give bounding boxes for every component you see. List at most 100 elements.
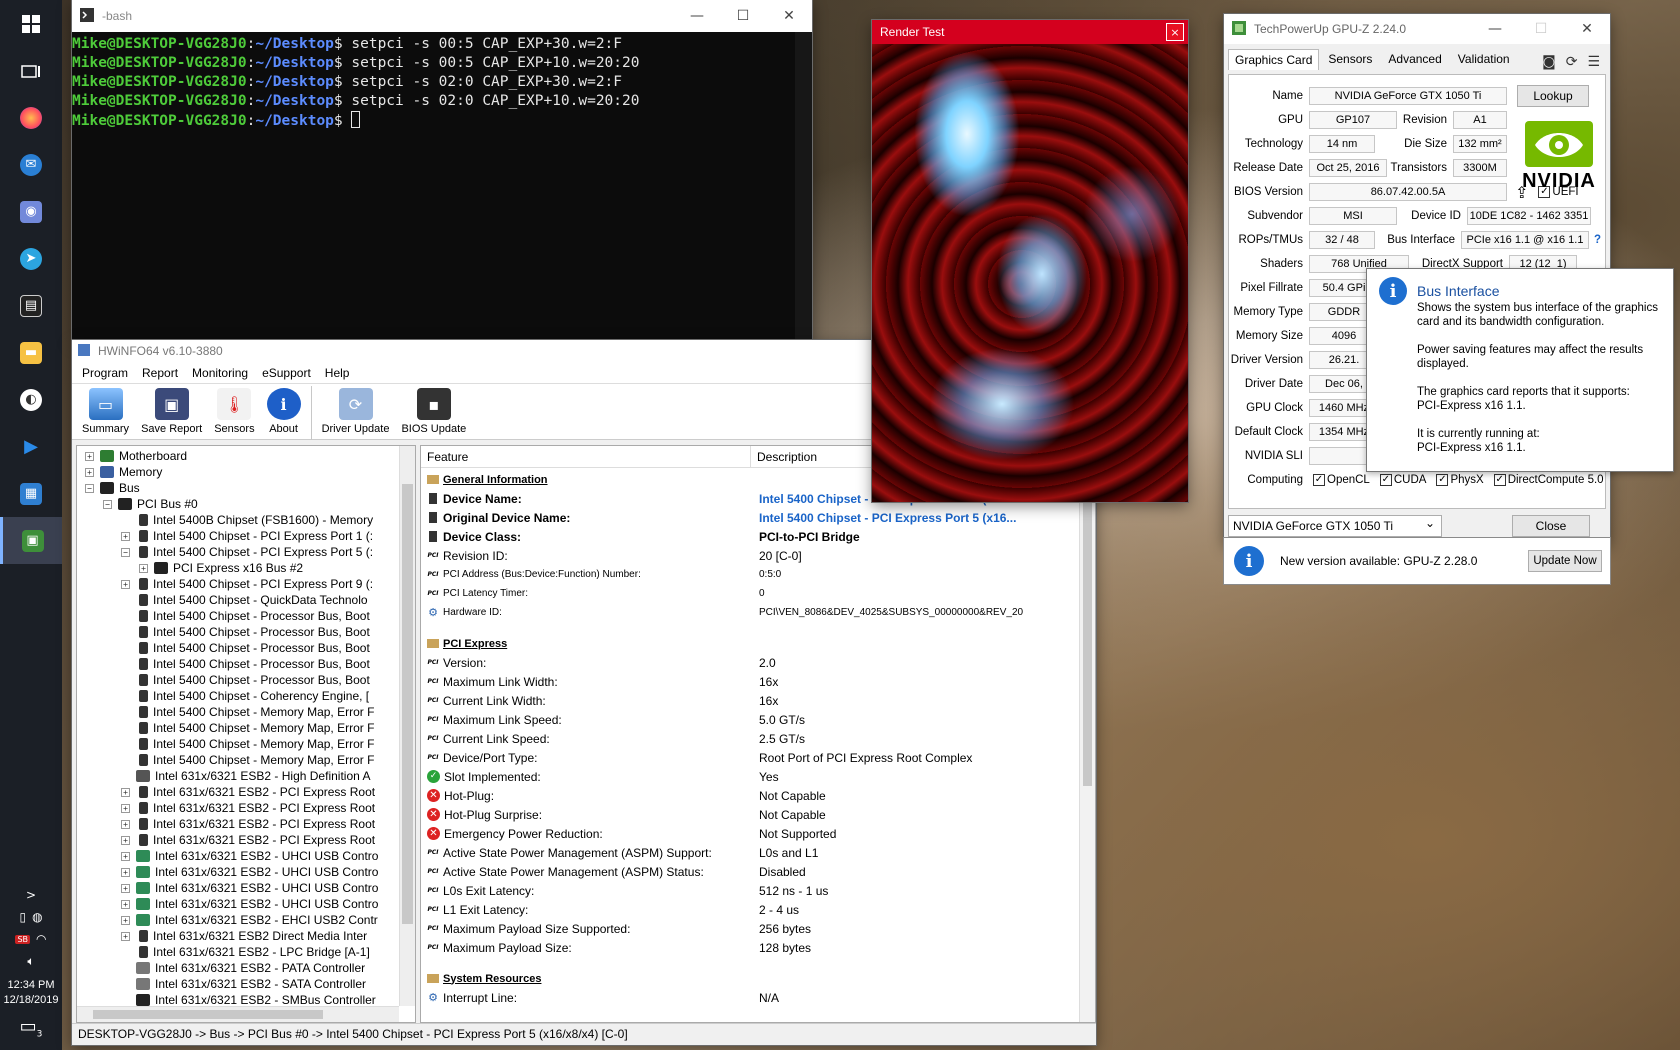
revision-value[interactable]: A1 bbox=[1453, 111, 1507, 129]
detail-row[interactable]: PCI Maximum Link Width: 16x bbox=[421, 672, 1095, 691]
tree-item[interactable]: − Intel 5400 Chipset - PCI Express Port 5… bbox=[77, 544, 415, 560]
media-player-icon[interactable]: ▶ bbox=[0, 423, 62, 470]
expand-toggle-icon[interactable]: + bbox=[121, 819, 130, 829]
terminal-titlebar[interactable]: -bash — ☐ ✕ bbox=[72, 0, 812, 32]
volume-icon[interactable]: 🔈︎ bbox=[27, 954, 34, 969]
cuda-checkbox[interactable]: ✓ CUDA bbox=[1379, 474, 1426, 486]
expand-toggle-icon[interactable]: + bbox=[121, 579, 130, 589]
tree-item[interactable]: + Intel 631x/6321 ESB2 - PCI Express Root bbox=[77, 784, 415, 800]
clock[interactable]: 12:34 PM 12/18/2019 bbox=[0, 978, 62, 1008]
telegram-icon[interactable]: ➤ bbox=[0, 235, 62, 282]
expand-toggle-icon[interactable]: + bbox=[121, 803, 130, 813]
task-view-icon[interactable] bbox=[0, 47, 62, 94]
detail-row[interactable]: ✕ Hot-Plug Surprise: Not Capable bbox=[421, 805, 1095, 824]
file-explorer-icon[interactable]: ▬ bbox=[0, 329, 62, 376]
detail-section-header[interactable]: System Resources bbox=[421, 969, 1095, 988]
tree-item[interactable]: Intel 5400 Chipset - Processor Bus, Boot bbox=[77, 640, 415, 656]
chrome-remote-icon[interactable]: ◐ bbox=[0, 376, 62, 423]
gpu-z-close-button[interactable]: ✕ bbox=[1564, 13, 1610, 45]
tree-item[interactable]: Intel 5400 Chipset - Memory Map, Error F bbox=[77, 752, 415, 768]
release-date-value[interactable]: Oct 25, 2016 bbox=[1309, 159, 1387, 177]
detail-row[interactable]: PCI Current Link Width: 16x bbox=[421, 691, 1095, 710]
expand-toggle-icon[interactable]: + bbox=[121, 899, 130, 909]
tree-vertical-scrollbar[interactable] bbox=[399, 446, 415, 1006]
gpu-z-close-dialog-button[interactable]: Close bbox=[1512, 515, 1590, 537]
tree-item[interactable]: Intel 5400 Chipset - Processor Bus, Boot bbox=[77, 608, 415, 624]
tree-horizontal-scrollbar[interactable] bbox=[77, 1006, 399, 1022]
expand-toggle-icon[interactable]: + bbox=[121, 835, 130, 845]
firefox-icon[interactable] bbox=[0, 94, 62, 141]
expand-toggle-icon[interactable]: − bbox=[103, 499, 112, 509]
tree-item[interactable]: Intel 5400B Chipset (FSB1600) - Memory bbox=[77, 512, 415, 528]
tree-item[interactable]: − Bus bbox=[77, 480, 415, 496]
refresh-icon[interactable]: ⟳ bbox=[1566, 54, 1578, 70]
detail-row[interactable]: Original Device Name: Intel 5400 Chipset … bbox=[421, 508, 1095, 527]
subvendor-value[interactable]: MSI bbox=[1309, 207, 1397, 225]
bios-version-value[interactable]: 86.07.42.00.5A bbox=[1309, 183, 1507, 201]
tree-item[interactable]: + Intel 631x/6321 ESB2 - PCI Express Root bbox=[77, 832, 415, 848]
tree-item[interactable]: + Intel 631x/6321 ESB2 - EHCI USB2 Contr bbox=[77, 912, 415, 928]
tree-item[interactable]: Intel 5400 Chipset - Processor Bus, Boot bbox=[77, 656, 415, 672]
lookup-button[interactable]: Lookup bbox=[1517, 85, 1589, 107]
update-now-button[interactable]: Update Now bbox=[1528, 550, 1602, 572]
soundblaster-icon[interactable]: SB bbox=[15, 934, 31, 944]
menu-icon[interactable]: ☰ bbox=[1587, 54, 1600, 70]
detail-row[interactable]: Device Class: PCI-to-PCI Bridge bbox=[421, 527, 1095, 546]
calculator-icon[interactable]: ▦ bbox=[0, 470, 62, 517]
gpu-z-icon[interactable]: ▣ bbox=[0, 517, 62, 564]
tree-item[interactable]: Intel 631x/6321 ESB2 - LPC Bridge [A-1] bbox=[77, 944, 415, 960]
tree-item[interactable]: Intel 5400 Chipset - Memory Map, Error F bbox=[77, 720, 415, 736]
thunderbird-icon[interactable]: ✉ bbox=[0, 141, 62, 188]
render-close-button[interactable]: × bbox=[1166, 23, 1184, 41]
expand-toggle-icon[interactable]: − bbox=[121, 547, 130, 557]
menu-program[interactable]: Program bbox=[82, 366, 128, 380]
menu-help[interactable]: Help bbox=[325, 366, 350, 380]
expand-toggle-icon[interactable]: + bbox=[121, 931, 130, 941]
render-titlebar[interactable]: Render Test × bbox=[872, 20, 1188, 44]
detail-row[interactable]: PCI Maximum Payload Size: 128 bytes bbox=[421, 938, 1095, 957]
detail-row[interactable]: PCI L0s Exit Latency: 512 ns - 1 us bbox=[421, 881, 1095, 900]
expand-toggle-icon[interactable]: + bbox=[121, 531, 130, 541]
expand-toggle-icon[interactable]: + bbox=[121, 787, 130, 797]
gpu-value[interactable]: GP107 bbox=[1309, 111, 1397, 129]
expand-toggle-icon[interactable]: + bbox=[85, 451, 94, 461]
detail-row[interactable]: ⚙ Interrupt Line: N/A bbox=[421, 988, 1095, 1007]
tree-item[interactable]: Intel 631x/6321 ESB2 - High Definition A bbox=[77, 768, 415, 784]
tree-item[interactable]: Intel 5400 Chipset - Memory Map, Error F bbox=[77, 736, 415, 752]
bus-interface-value[interactable]: PCIe x16 1.1 @ x16 1.1 bbox=[1461, 231, 1589, 249]
driver-update-button[interactable]: ⟳ Driver Update bbox=[316, 386, 396, 437]
tree-item[interactable]: + Intel 631x/6321 ESB2 - PCI Express Root bbox=[77, 816, 415, 832]
tree-item[interactable]: Intel 5400 Chipset - Processor Bus, Boot bbox=[77, 672, 415, 688]
terminal-icon[interactable]: ▤ bbox=[0, 282, 62, 329]
tab-sensors[interactable]: Sensors bbox=[1321, 48, 1379, 70]
detail-row[interactable]: PCI L1 Exit Latency: 2 - 4 us bbox=[421, 900, 1095, 919]
tree-item[interactable]: Intel 5400 Chipset - Coherency Engine, [ bbox=[77, 688, 415, 704]
tree-item[interactable]: + Intel 631x/6321 ESB2 Direct Media Inter bbox=[77, 928, 415, 944]
tree-item[interactable]: Intel 5400 Chipset - Processor Bus, Boot bbox=[77, 624, 415, 640]
detail-row[interactable]: PCI PCI Latency Timer: 0 bbox=[421, 584, 1095, 603]
tree-item[interactable]: + Intel 5400 Chipset - PCI Express Port 9… bbox=[77, 576, 415, 592]
physx-checkbox[interactable]: ✓ PhysX bbox=[1436, 474, 1484, 486]
detail-row[interactable]: PCI Current Link Speed: 2.5 GT/s bbox=[421, 729, 1095, 748]
bios-update-button[interactable]: ▪ BIOS Update bbox=[395, 386, 472, 437]
tree-item[interactable]: + PCI Express x16 Bus #2 bbox=[77, 560, 415, 576]
tab-validation[interactable]: Validation bbox=[1451, 48, 1517, 70]
expand-toggle-icon[interactable]: + bbox=[121, 883, 130, 893]
technology-value[interactable]: 14 nm bbox=[1309, 135, 1375, 153]
minimize-button[interactable]: — bbox=[674, 0, 720, 32]
tree-item[interactable]: + Memory bbox=[77, 464, 415, 480]
tree-item[interactable]: + Intel 631x/6321 ESB2 - UHCI USB Contro bbox=[77, 848, 415, 864]
detail-row[interactable]: ✕ Hot-Plug: Not Capable bbox=[421, 786, 1095, 805]
menu-report[interactable]: Report bbox=[142, 366, 178, 380]
tree-item[interactable]: Intel 5400 Chipset - Memory Map, Error F bbox=[77, 704, 415, 720]
tab-advanced[interactable]: Advanced bbox=[1381, 48, 1448, 70]
save-report-button[interactable]: ▣ Save Report bbox=[135, 386, 208, 437]
menu-esupport[interactable]: eSupport bbox=[262, 366, 311, 380]
die-size-value[interactable]: 132 mm² bbox=[1453, 135, 1507, 153]
rops-tmus-value[interactable]: 32 / 48 bbox=[1309, 231, 1375, 249]
tray-expand-icon[interactable]: > bbox=[0, 884, 62, 906]
tab-graphics-card[interactable]: Graphics Card bbox=[1228, 49, 1320, 70]
detail-row[interactable]: PCI Maximum Payload Size Supported: 256 by… bbox=[421, 919, 1095, 938]
tree-item[interactable]: + Intel 5400 Chipset - PCI Express Port 1… bbox=[77, 528, 415, 544]
summary-button[interactable]: ▭ Summary bbox=[76, 386, 135, 437]
